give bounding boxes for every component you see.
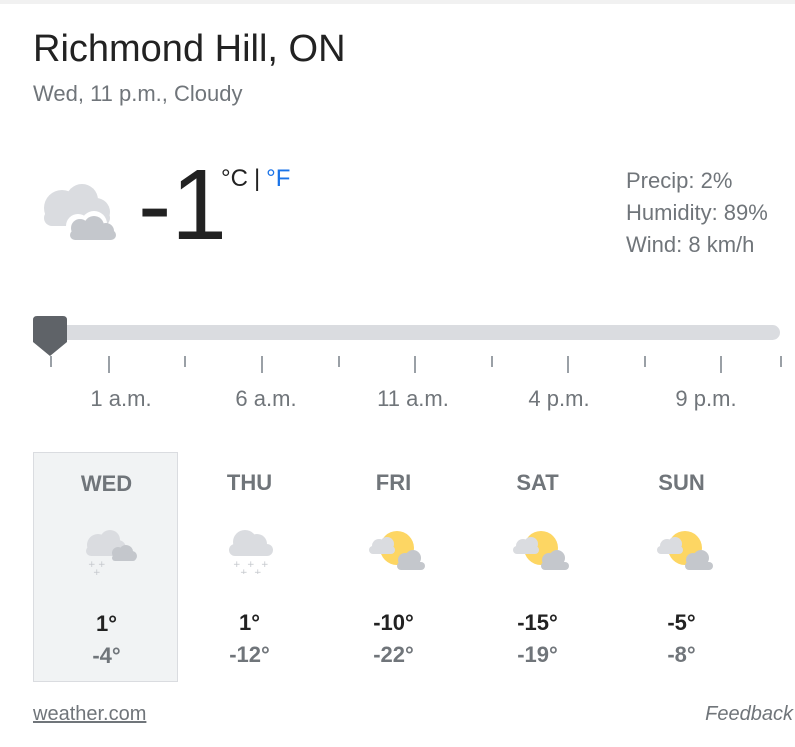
hour-label-6am: 6 a.m. [235, 386, 297, 411]
day-low-temp: -12° [229, 642, 270, 667]
day-high-temp: 1° [238, 610, 261, 635]
hour-label-9pm: 9 p.m. [675, 386, 737, 411]
daily-forecast: WED + + + 1° -4° THU + + + + + 1° -12° F… [33, 452, 793, 684]
tick [644, 356, 646, 367]
tick [414, 356, 416, 373]
unit-switcher: °C | °F [221, 165, 290, 193]
location-title: Richmond Hill, ON [33, 28, 346, 70]
tick [567, 356, 569, 373]
forecast-day-sun[interactable]: SUN -5° -8° [609, 452, 754, 682]
svg-text:+: + [240, 568, 248, 574]
source-link[interactable]: weather.com [33, 703, 146, 726]
hour-label-4pm: 4 p.m. [528, 386, 590, 411]
tick [780, 356, 782, 367]
unit-separator: | [253, 165, 261, 192]
unit-celsius: °C [221, 165, 248, 192]
day-name: WED [80, 471, 133, 496]
partly-cloudy-icon [513, 531, 569, 570]
svg-text:+: + [254, 568, 262, 574]
cloudy-icon [44, 184, 118, 242]
tick [108, 356, 110, 373]
partly-cloudy-icon [657, 531, 713, 570]
partly-cloudy-icon [369, 531, 425, 570]
forecast-day-sat[interactable]: SAT -15° -19° [465, 452, 610, 682]
snow-icon: + + + + + [229, 530, 273, 574]
day-high-temp: 1° [95, 611, 118, 636]
tick [50, 356, 52, 367]
unit-fahrenheit-link[interactable]: °F [266, 165, 290, 192]
day-name: FRI [375, 470, 412, 495]
hour-label-11am: 11 a.m. [377, 386, 449, 411]
forecast-day-fri[interactable]: FRI -10° -22° [321, 452, 466, 682]
hour-label-1am: 1 a.m. [90, 386, 152, 411]
day-high-temp: -10° [373, 610, 414, 635]
tick [720, 356, 722, 373]
day-low-temp: -19° [517, 642, 558, 667]
feedback-link[interactable]: Feedback [705, 703, 793, 726]
svg-text:+: + [93, 568, 101, 575]
tick [338, 356, 340, 367]
current-temperature: -1 [138, 149, 227, 261]
day-low-temp: -8° [667, 642, 696, 667]
day-name: THU [226, 470, 273, 495]
top-divider [0, 0, 795, 4]
svg-text:+: + [261, 560, 269, 570]
humidity-value: Humidity: 89% [626, 200, 768, 225]
tick [261, 356, 263, 373]
day-high-temp: -15° [517, 610, 558, 635]
hourly-slider-track[interactable] [42, 325, 780, 340]
tick [491, 356, 493, 367]
day-name: SAT [516, 470, 559, 495]
forecast-day-wed[interactable]: WED + + + 1° -4° [33, 452, 178, 682]
hour-ticks [0, 352, 795, 374]
wind-value: Wind: 8 km/h [626, 232, 755, 257]
day-high-temp: -5° [667, 610, 696, 635]
time-condition-subtitle: Wed, 11 p.m., Cloudy [33, 81, 243, 106]
day-name: SUN [658, 470, 705, 495]
day-low-temp: -4° [92, 643, 121, 668]
precip-value: Precip: 2% [626, 168, 733, 193]
day-low-temp: -22° [373, 642, 414, 667]
cloudy-snow-icon: + ++ [86, 530, 137, 575]
forecast-day-thu[interactable]: THU + + + + + 1° -12° [177, 452, 322, 682]
weather-details: Precip: 2% Humidity: 89% Wind: 8 km/h [626, 165, 768, 261]
tick [184, 356, 186, 367]
